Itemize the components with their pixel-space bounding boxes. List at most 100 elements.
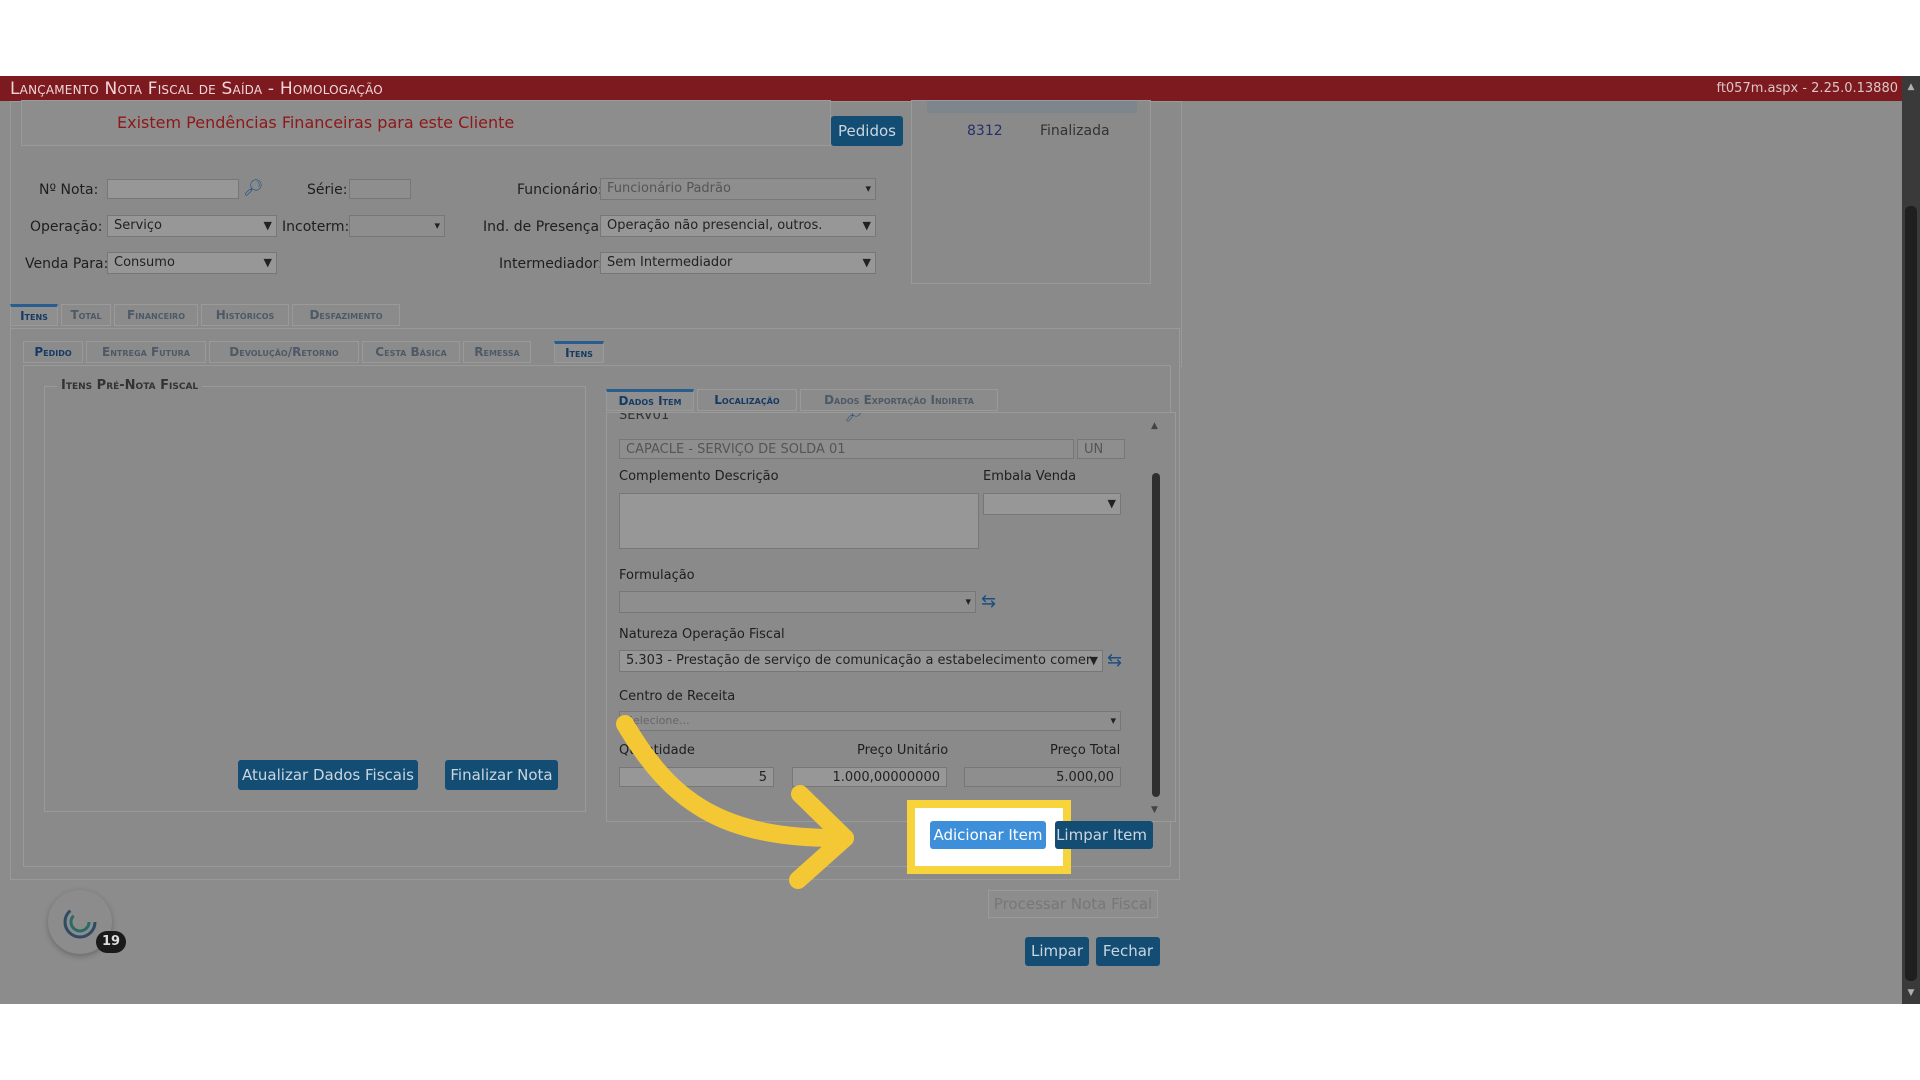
processar-nota-fiscal-button[interactable]: Processar Nota Fiscal: [988, 890, 1158, 918]
refresh-icon[interactable]: ⇆: [981, 591, 996, 612]
limpar-item-label: Limpar Item: [1056, 826, 1147, 844]
prenota-fieldset: Itens Pré-Nota Fiscal Atualizar Dados Fi…: [44, 378, 586, 812]
main-tabs: Itens Total Financeiro Históricos Desfaz…: [10, 304, 410, 328]
quantidade-input[interactable]: 5: [619, 767, 774, 787]
chevron-down-icon: ▼: [263, 256, 272, 269]
fechar-button[interactable]: Fechar: [1096, 937, 1160, 966]
scroll-down-icon[interactable]: ▼: [1151, 805, 1158, 815]
nota-label: Nº Nota:: [39, 182, 99, 198]
itens-panel: Pedido Entrega Futura Devolução/Retorno …: [10, 328, 1180, 880]
scroll-down-icon[interactable]: ▼: [1905, 988, 1917, 998]
detail-scrollbar[interactable]: ▲ ▼: [1150, 421, 1162, 817]
orders-header: [927, 101, 1137, 113]
product-code: SERV01: [619, 412, 670, 423]
sub-panel: Itens Pré-Nota Fiscal Atualizar Dados Fi…: [23, 365, 1176, 867]
search-icon[interactable]: 🔎︎: [243, 178, 263, 197]
presenca-label: Ind. de Presença:: [483, 219, 604, 235]
complemento-label: Complemento Descrição: [619, 469, 779, 484]
preco-unitario-label: Preço Unitário: [857, 743, 949, 758]
orders-panel: 8312 Finalizada: [911, 100, 1151, 284]
chevron-down-icon: ▾: [965, 595, 971, 608]
centro-receita-label: Centro de Receita: [619, 689, 736, 704]
financial-alert: Existem Pendências Financeiras para este…: [117, 113, 515, 132]
presenca-value: Operação não presencial, outros.: [607, 218, 823, 233]
tab-financeiro[interactable]: Financeiro: [114, 304, 198, 326]
chevron-down-icon: ▾: [434, 219, 440, 232]
centro-receita-placeholder: Selecione...: [626, 714, 690, 727]
tab-localizacao[interactable]: Localização: [697, 389, 797, 411]
adicionar-item-button[interactable]: Adicionar Item: [930, 821, 1046, 849]
operacao-label: Operação:: [30, 219, 103, 235]
nota-input[interactable]: [107, 179, 239, 199]
tab-dados-item[interactable]: Dados Item: [606, 389, 694, 411]
scroll-thumb[interactable]: [1905, 206, 1917, 981]
natureza-label: Natureza Operação Fiscal: [619, 627, 785, 642]
sub-tabs: Pedido Entrega Futura Devolução/Retorno …: [23, 341, 604, 365]
chevron-down-icon: ▾: [1110, 714, 1116, 727]
serie-label: Série:: [307, 182, 348, 198]
intermediador-value: Sem Intermediador: [607, 255, 733, 270]
notification-badge: 19: [96, 931, 126, 953]
venda-select[interactable]: Consumo ▼: [107, 252, 277, 274]
preco-total-input: 5.000,00: [964, 767, 1121, 787]
refresh-icon[interactable]: ⇆: [1107, 650, 1122, 671]
search-icon[interactable]: 🔎︎: [845, 413, 863, 423]
preco-unitario-input[interactable]: 1.000,00000000: [792, 767, 947, 787]
atualizar-dados-fiscais-button[interactable]: Atualizar Dados Fiscais: [238, 760, 418, 790]
item-tabs: Dados Item Localização Dados Exportação …: [606, 389, 1026, 413]
natureza-select[interactable]: 5.303 - Prestação de serviço de comunica…: [619, 650, 1103, 672]
tab-dados-exportacao-indireta[interactable]: Dados Exportação Indireta: [800, 389, 998, 411]
tab-remessa[interactable]: Remessa: [463, 341, 531, 363]
funcionario-select[interactable]: Funcionário Padrão ▾: [600, 178, 876, 200]
finalizar-nota-button[interactable]: Finalizar Nota: [445, 760, 558, 790]
item-detail-panel: SERV01 🔎︎ CAPACLE - SERVIÇO DE SOLDA 01 …: [606, 412, 1176, 822]
scroll-up-icon[interactable]: ▲: [1905, 82, 1917, 92]
order-number[interactable]: 8312: [967, 123, 1003, 139]
tab-cesta-basica[interactable]: Cesta Básica: [362, 341, 460, 363]
tab-desfazimento[interactable]: Desfazimento: [292, 304, 400, 326]
quantidade-label: Quantidade: [619, 743, 695, 758]
formulacao-select[interactable]: ▾: [619, 591, 976, 613]
venda-value: Consumo: [114, 255, 175, 270]
window-scrollbar[interactable]: ▲ ▼: [1902, 76, 1920, 1004]
natureza-value: 5.303 - Prestação de serviço de comunica…: [626, 653, 1092, 668]
intermediador-label: Intermediador:: [499, 256, 603, 272]
prenota-legend: Itens Pré-Nota Fiscal: [57, 378, 203, 393]
tab-entrega-futura[interactable]: Entrega Futura: [86, 341, 206, 363]
centro-receita-select[interactable]: Selecione... ▾: [619, 711, 1121, 731]
tab-itens[interactable]: Itens: [10, 304, 58, 326]
funcionario-value: Funcionário Padrão: [607, 181, 731, 196]
window-title: Lançamento Nota Fiscal de Saída - Homolo…: [10, 79, 383, 99]
operacao-select[interactable]: Serviço ▼: [107, 215, 277, 237]
limpar-item-button[interactable]: Limpar Item: [1055, 821, 1153, 849]
tab-historicos[interactable]: Históricos: [201, 304, 289, 326]
chevron-down-icon: ▼: [1107, 497, 1116, 510]
product-unit: UN: [1077, 439, 1125, 459]
serie-input[interactable]: [349, 179, 411, 199]
scroll-thumb[interactable]: [1152, 473, 1160, 797]
operacao-value: Serviço: [114, 218, 163, 233]
tab-devolucao-retorno[interactable]: Devolução/Retorno: [209, 341, 359, 363]
order-status: Finalizada: [1040, 123, 1110, 139]
embala-venda-select[interactable]: ▼: [983, 493, 1121, 515]
complemento-textarea[interactable]: [619, 493, 979, 549]
product-description: CAPACLE - SERVIÇO DE SOLDA 01: [619, 439, 1074, 459]
title-bar: Lançamento Nota Fiscal de Saída - Homolo…: [0, 76, 1920, 101]
pedidos-button[interactable]: Pedidos: [831, 116, 903, 146]
scroll-up-icon[interactable]: ▲: [1151, 421, 1158, 431]
chevron-down-icon: ▼: [1089, 654, 1098, 667]
version-label: ft057m.aspx - 2.25.0.13880: [1716, 81, 1898, 96]
preco-total-label: Preço Total: [1050, 743, 1121, 758]
intermediador-select[interactable]: Sem Intermediador ▼: [600, 252, 876, 274]
venda-label: Venda Para:: [25, 256, 109, 272]
tab-total[interactable]: Total: [61, 304, 111, 326]
incoterm-select[interactable]: ▾: [349, 215, 445, 237]
app-screen: Lançamento Nota Fiscal de Saída - Homolo…: [0, 76, 1920, 1004]
chevron-down-icon: ▾: [865, 182, 871, 195]
tab-pedido[interactable]: Pedido: [23, 341, 83, 363]
limpar-button[interactable]: Limpar: [1025, 937, 1089, 966]
chevron-down-icon: ▼: [862, 256, 871, 269]
presenca-select[interactable]: Operação não presencial, outros. ▼: [600, 215, 876, 237]
funcionario-label: Funcionário:: [517, 182, 603, 198]
tab-itens-sub[interactable]: Itens: [554, 341, 604, 363]
